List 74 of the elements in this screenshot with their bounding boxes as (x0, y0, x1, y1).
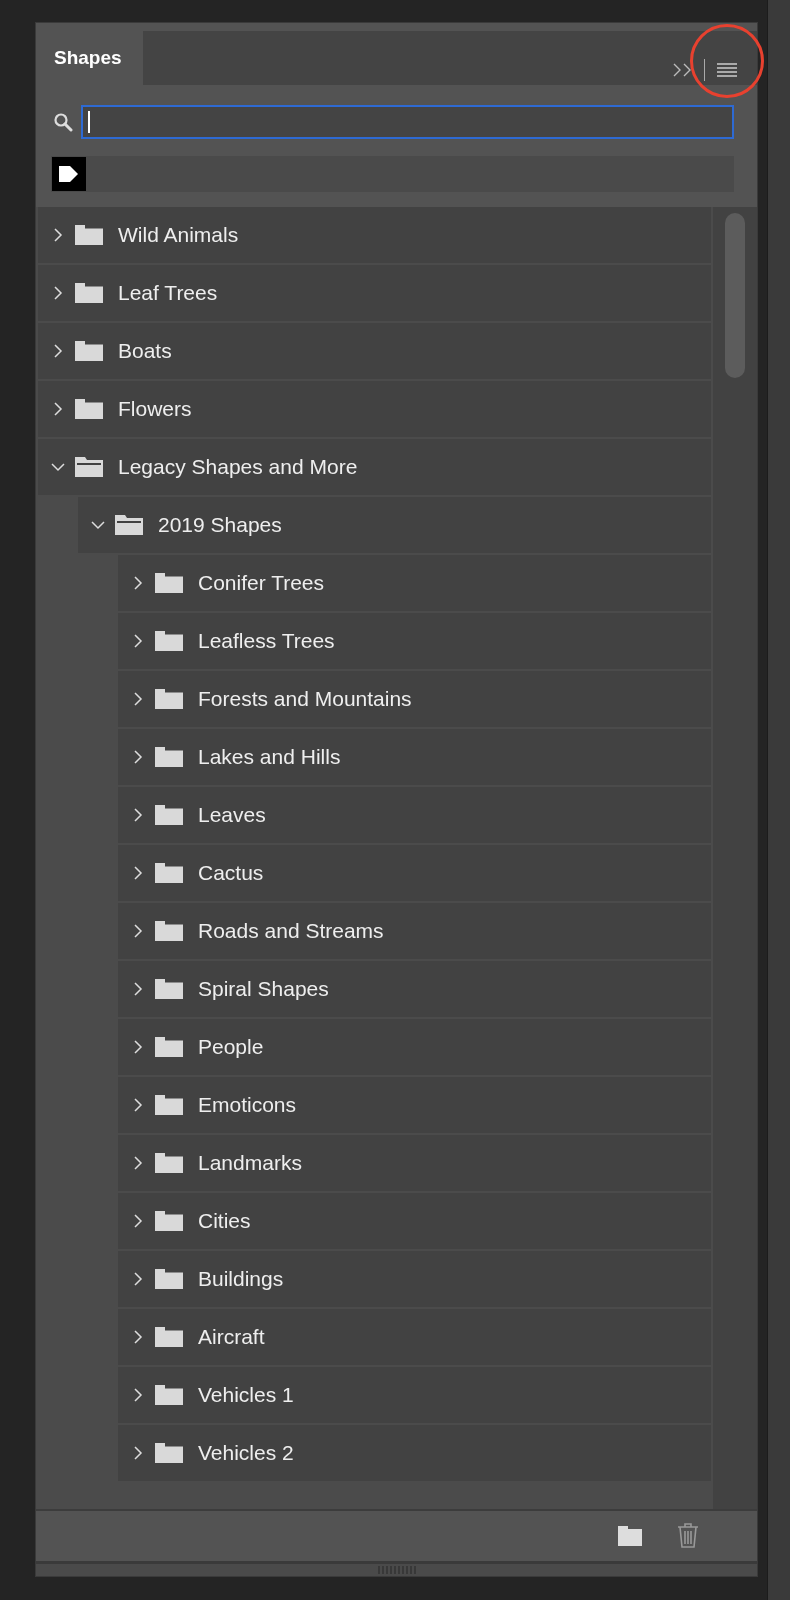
folder-name: Vehicles 1 (198, 1383, 294, 1407)
folder-name: Spiral Shapes (198, 977, 329, 1001)
arrow-shape-thumbnail[interactable] (52, 157, 86, 191)
folder-name: Landmarks (198, 1151, 302, 1175)
folder-row[interactable]: Emoticons (118, 1077, 711, 1133)
folder-name: Lakes and Hills (198, 745, 341, 769)
folder-row[interactable]: Landmarks (118, 1135, 711, 1191)
search-icon (53, 112, 73, 132)
folder-row[interactable]: Wild Animals (38, 207, 711, 263)
folder-row[interactable]: Cactus (118, 845, 711, 901)
folder-row[interactable]: Conifer Trees (118, 555, 711, 611)
folder-name: Vehicles 2 (198, 1441, 294, 1465)
folder-icon (74, 398, 104, 420)
folder-icon (154, 1442, 184, 1464)
folder-name: Conifer Trees (198, 571, 325, 595)
folder-name: Flowers (118, 397, 192, 421)
folder-row[interactable]: Leaves (118, 787, 711, 843)
folder-row[interactable]: Vehicles 1 (118, 1367, 711, 1423)
folder-icon (154, 572, 184, 594)
folder-name: Emoticons (198, 1093, 297, 1117)
panel-tab[interactable]: Shapes (36, 31, 143, 85)
folder-name: 2019 Shapes (158, 513, 282, 537)
menu-icon[interactable] (716, 63, 738, 77)
folder-name: Wild Animals (118, 223, 239, 247)
folder-row[interactable]: 2019 Shapes (78, 497, 711, 553)
folder-icon (154, 804, 184, 826)
folder-icon (74, 340, 104, 362)
folder-row[interactable]: Leaf Trees (38, 265, 711, 321)
folder-row[interactable]: Cities (118, 1193, 711, 1249)
open-folder-icon (74, 456, 104, 478)
folder-row[interactable]: Aircraft (118, 1309, 711, 1365)
folder-name: Buildings (198, 1267, 284, 1291)
folder-name: Aircraft (198, 1325, 265, 1349)
folder-name: Boats (118, 339, 172, 363)
folder-row[interactable]: People (118, 1019, 711, 1075)
folder-name: Forests and Mountains (198, 687, 412, 711)
scrollbar-thumb[interactable] (725, 213, 745, 378)
open-folder-icon (114, 514, 144, 536)
folder-row[interactable]: Buildings (118, 1251, 711, 1307)
folder-name: Roads and Streams (198, 919, 384, 943)
folder-name: Leaf Trees (118, 281, 218, 305)
folder-name: Cities (198, 1209, 251, 1233)
folder-icon (154, 920, 184, 942)
folder-icon (154, 1094, 184, 1116)
folder-icon[interactable] (617, 1525, 643, 1547)
folder-row[interactable]: Roads and Streams (118, 903, 711, 959)
folder-name: Leafless Trees (198, 629, 335, 653)
folder-icon (154, 1152, 184, 1174)
folder-name: Leaves (198, 803, 266, 827)
folder-name: People (198, 1035, 264, 1059)
trash-icon[interactable] (677, 1523, 699, 1549)
folder-icon (154, 1036, 184, 1058)
folder-icon (154, 978, 184, 1000)
folder-row[interactable]: Legacy Shapes and More (38, 439, 711, 495)
folder-icon (154, 630, 184, 652)
folder-icon (154, 1384, 184, 1406)
folder-row[interactable]: Boats (38, 323, 711, 379)
folder-icon (154, 1210, 184, 1232)
folder-row[interactable]: Spiral Shapes (118, 961, 711, 1017)
folder-row[interactable]: Lakes and Hills (118, 729, 711, 785)
folder-name: Legacy Shapes and More (118, 455, 358, 479)
folder-row[interactable]: Flowers (38, 381, 711, 437)
folder-icon (154, 688, 184, 710)
folder-icon (154, 1326, 184, 1348)
folder-row[interactable]: Leafless Trees (118, 613, 711, 669)
folder-row[interactable]: Forests and Mountains (118, 671, 711, 727)
folder-icon (154, 1268, 184, 1290)
folder-icon (74, 224, 104, 246)
folder-row[interactable]: Vehicles 2 (118, 1425, 711, 1481)
folder-icon (154, 862, 184, 884)
folder-icon (74, 282, 104, 304)
search-field[interactable] (81, 105, 734, 139)
folder-name: Cactus (198, 861, 264, 885)
folder-icon (154, 746, 184, 768)
